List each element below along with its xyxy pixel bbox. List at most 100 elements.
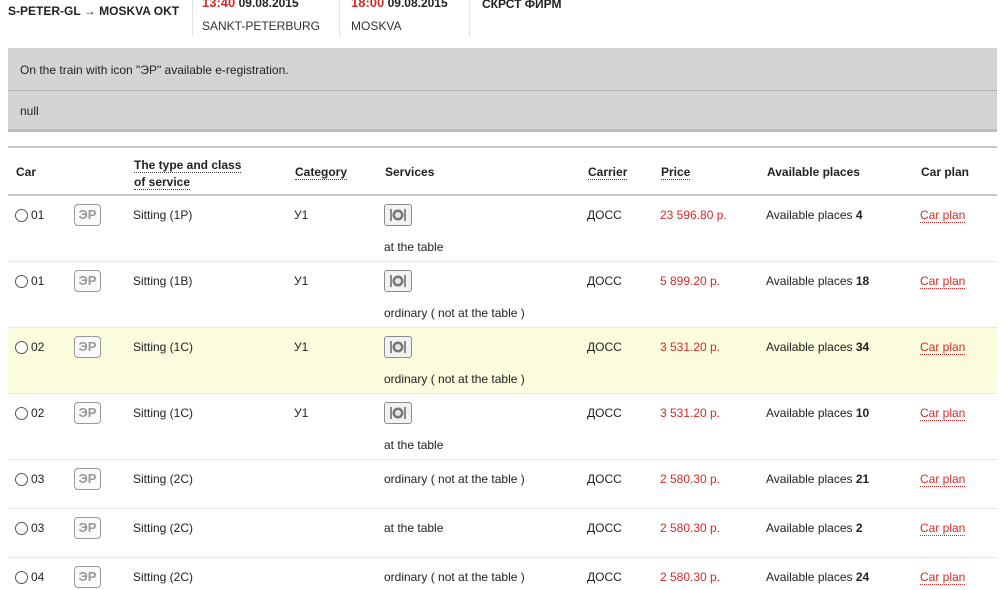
service-description: at the table <box>384 240 444 254</box>
route-title: S-PETER-GL → MOSKVA OKT <box>8 4 180 18</box>
ticket-price: 2 580.30 р. <box>660 472 721 486</box>
e-registration-icon: ЭР <box>74 270 101 292</box>
notice-divider <box>8 90 997 91</box>
available-places-count: 21 <box>855 472 870 486</box>
available-places-label: Available places <box>766 208 853 222</box>
available-places-label: Available places <box>766 274 853 288</box>
table-row[interactable]: 03 ЭР Sitting (2С) at the table ДОСС 2 580.30… <box>8 509 997 558</box>
service-type: Sitting (2С) <box>133 570 194 584</box>
car-plan-link[interactable]: Car plan <box>920 274 966 289</box>
departure-station: SANKT-PETERBURG <box>202 19 321 33</box>
table-row[interactable]: 03 ЭР Sitting (2С) ordinary ( not at the ta… <box>8 460 997 509</box>
service-description: ordinary ( not at the table ) <box>384 306 525 320</box>
table-row[interactable]: 01 ЭР Sitting (1В) У1 ordinary ( not at the … <box>8 262 997 328</box>
service-description: at the table <box>384 521 444 535</box>
car-select-radio[interactable] <box>15 275 28 288</box>
service-description: ordinary ( not at the table ) <box>384 472 525 486</box>
service-type: Sitting (2С) <box>133 521 194 535</box>
departure-time: 13:40 <box>202 0 236 10</box>
table-header: Car The type and class of service Catego… <box>8 146 997 196</box>
available-places: Available places 21 <box>766 472 869 486</box>
car-select-radio[interactable] <box>15 473 28 486</box>
e-registration-icon: ЭР <box>74 402 101 424</box>
car-number: 03 <box>31 521 45 535</box>
dining-icon <box>384 270 412 292</box>
car-category: У1 <box>294 208 309 222</box>
car-plan-link[interactable]: Car plan <box>920 406 966 421</box>
available-places: Available places 4 <box>766 208 863 222</box>
car-select-radio[interactable] <box>15 571 28 584</box>
dining-icon <box>384 336 412 358</box>
carrier: ДОСС <box>587 208 622 222</box>
e-registration-notice: On the train with icon "ЭР" available e-… <box>20 63 289 77</box>
available-places-label: Available places <box>766 570 853 584</box>
service-type: Sitting (2С) <box>133 472 194 486</box>
car-plan-link[interactable]: Car plan <box>920 340 966 355</box>
departure-date: 09.08.2015 <box>238 0 299 10</box>
ticket-price: 2 580.30 р. <box>660 521 721 535</box>
table-row[interactable]: 04 ЭР Sitting (2С) ordinary ( not at the ta… <box>8 558 997 590</box>
ticket-price: 5 899.20 р. <box>660 274 721 288</box>
ticket-price: 3 531.20 р. <box>660 340 721 354</box>
header-carrier-label: Carrier <box>588 165 628 180</box>
table-row[interactable]: 01 ЭР Sitting (1Р) У1 at the table ДОСС 23 596… <box>8 196 997 262</box>
header-type-line1: The type and class <box>134 158 242 173</box>
header-type-line2: of service <box>134 175 191 190</box>
car-plan-link[interactable]: Car plan <box>920 208 966 223</box>
departure-block: 13:40 09.08.2015 SANKT-PETERBURG <box>192 0 340 36</box>
e-registration-icon: ЭР <box>74 517 101 539</box>
header-car: Car <box>16 165 37 179</box>
header-price-label: Price <box>661 165 691 180</box>
car-plan-link[interactable]: Car plan <box>920 521 966 536</box>
available-places-count: 2 <box>855 521 863 535</box>
available-places-count: 18 <box>855 274 870 288</box>
header-category[interactable]: Category <box>295 165 348 180</box>
header-places: Available places <box>767 165 860 179</box>
table-row[interactable]: 02 ЭР Sitting (1С) У1 at the table ДОСС 3 531.… <box>8 394 997 460</box>
ticket-price: 23 596.80 р. <box>660 208 727 222</box>
carrier: ДОСС <box>587 406 622 420</box>
header-category-label: Category <box>295 165 348 180</box>
header-carrier[interactable]: Carrier <box>588 165 628 180</box>
dining-icon <box>384 402 412 424</box>
car-category: У1 <box>294 274 309 288</box>
available-places-label: Available places <box>766 340 853 354</box>
train-firm-label: СКРСТ ФИРМ <box>482 0 562 11</box>
arrival-time: 18:00 <box>351 0 385 10</box>
service-description: ordinary ( not at the table ) <box>384 570 525 584</box>
car-select-radio[interactable] <box>15 407 28 420</box>
service-type: Sitting (1Р) <box>133 208 193 222</box>
car-category: У1 <box>294 340 309 354</box>
header-services: Services <box>385 165 435 179</box>
available-places-label: Available places <box>766 521 853 535</box>
e-registration-icon: ЭР <box>74 566 101 588</box>
arrival-date: 09.08.2015 <box>387 0 448 10</box>
car-select-radio[interactable] <box>15 341 28 354</box>
route-header: S-PETER-GL → MOSKVA OKT 13:40 09.08.2015… <box>0 0 1004 40</box>
car-select-radio[interactable] <box>15 209 28 222</box>
notice-box: On the train with icon "ЭР" available e-… <box>8 48 997 132</box>
e-registration-icon: ЭР <box>74 468 101 490</box>
service-description: ordinary ( not at the table ) <box>384 372 525 386</box>
cars-table: Car The type and class of service Catego… <box>8 146 997 588</box>
car-number: 01 <box>31 208 45 222</box>
available-places-count: 24 <box>855 570 870 584</box>
header-price[interactable]: Price <box>661 165 691 180</box>
table-row[interactable]: 02 ЭР Sitting (1С) У1 ordinary ( not at the … <box>8 328 997 394</box>
header-type[interactable]: The type and class of service <box>134 157 242 191</box>
dining-icon <box>384 204 412 226</box>
car-number: 02 <box>31 340 45 354</box>
available-places-label: Available places <box>766 472 853 486</box>
car-select-radio[interactable] <box>15 522 28 535</box>
carrier: ДОСС <box>587 521 622 535</box>
car-plan-link[interactable]: Car plan <box>920 570 966 585</box>
arrival-station: MOSKVA <box>351 19 402 33</box>
available-places: Available places 24 <box>766 570 869 584</box>
header-plan: Car plan <box>921 165 970 179</box>
available-places-count: 34 <box>855 340 870 354</box>
available-places-count: 4 <box>855 208 863 222</box>
carrier: ДОСС <box>587 274 622 288</box>
car-plan-link[interactable]: Car plan <box>920 472 966 487</box>
service-type: Sitting (1С) <box>133 340 194 354</box>
available-places-count: 10 <box>855 406 870 420</box>
